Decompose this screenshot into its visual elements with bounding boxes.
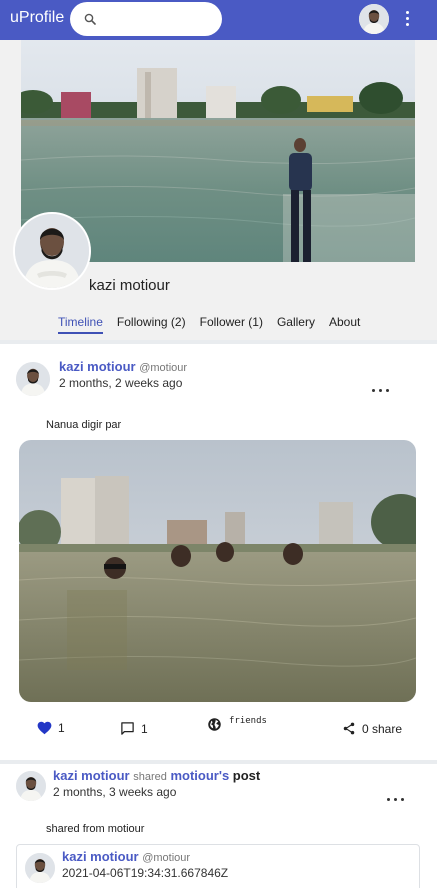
- post-author-handle: @motiour: [139, 362, 188, 374]
- original-author-handle: @motiour: [142, 852, 191, 864]
- shared-owner-link[interactable]: motiour's: [170, 768, 229, 783]
- share-icon: [343, 722, 355, 735]
- post-author: kazi motiour @motiour: [59, 359, 187, 374]
- tab-follower[interactable]: Follower (1): [200, 315, 263, 334]
- post-actions: 1 1 friends 0 share: [0, 716, 437, 742]
- comment-button[interactable]: 1: [120, 721, 148, 736]
- original-author-avatar[interactable]: [25, 853, 55, 883]
- app-brand[interactable]: uProfile: [10, 9, 64, 27]
- like-count: 1: [58, 721, 65, 735]
- top-app-bar: uProfile: [0, 0, 437, 40]
- post-divider: [0, 340, 437, 344]
- shared-post-link[interactable]: post: [233, 768, 260, 783]
- original-author: kazi motiour @motiour: [62, 849, 190, 864]
- more-vert-icon[interactable]: [402, 11, 412, 29]
- like-button[interactable]: 1: [37, 721, 65, 735]
- profile-tabs: Timeline Following (2) Follower (1) Gall…: [58, 315, 374, 334]
- post-text: Nanua digir par: [46, 419, 122, 431]
- share-button[interactable]: 0 share: [342, 721, 402, 736]
- comment-icon: [121, 722, 134, 735]
- original-author-link[interactable]: kazi motiour: [62, 849, 139, 864]
- globe-icon: [208, 718, 221, 731]
- tab-gallery[interactable]: Gallery: [277, 315, 315, 334]
- post-divider: [0, 760, 437, 764]
- shared-original-post[interactable]: kazi motiour @motiour 2021-04-06T19:34:3…: [16, 844, 420, 888]
- post-timestamp[interactable]: 2 months, 3 weeks ago: [53, 785, 176, 799]
- post-author-avatar[interactable]: [16, 362, 50, 396]
- heart-icon: [37, 721, 52, 735]
- post-author-avatar[interactable]: [16, 771, 46, 801]
- tab-following[interactable]: Following (2): [117, 315, 186, 334]
- post-image[interactable]: [19, 440, 416, 702]
- original-timestamp: 2021-04-06T19:34:31.667846Z: [62, 866, 229, 880]
- shared-verb: shared: [133, 771, 167, 783]
- share-count: 0 share: [362, 721, 403, 736]
- privacy-indicator[interactable]: friends: [207, 715, 267, 732]
- post-author-link[interactable]: kazi motiour: [53, 768, 130, 783]
- comment-count: 1: [141, 721, 148, 736]
- tab-about[interactable]: About: [329, 315, 360, 334]
- post-text: shared from motiour: [46, 823, 145, 835]
- user-avatar[interactable]: [359, 4, 389, 34]
- post-more-icon[interactable]: [387, 788, 411, 801]
- search-icon: [84, 13, 96, 25]
- privacy-label: friends: [229, 715, 267, 726]
- search-input[interactable]: [106, 8, 212, 30]
- profile-avatar[interactable]: [13, 212, 91, 290]
- tab-timeline[interactable]: Timeline: [58, 315, 103, 334]
- post-more-icon[interactable]: [372, 379, 396, 392]
- post-author-link[interactable]: kazi motiour: [59, 359, 136, 374]
- search-box[interactable]: [70, 2, 222, 36]
- shared-post-header: kazi motiour shared motiour's post: [53, 768, 260, 783]
- post-timestamp[interactable]: 2 months, 2 weeks ago: [59, 376, 182, 390]
- profile-name: kazi motiour: [89, 277, 170, 294]
